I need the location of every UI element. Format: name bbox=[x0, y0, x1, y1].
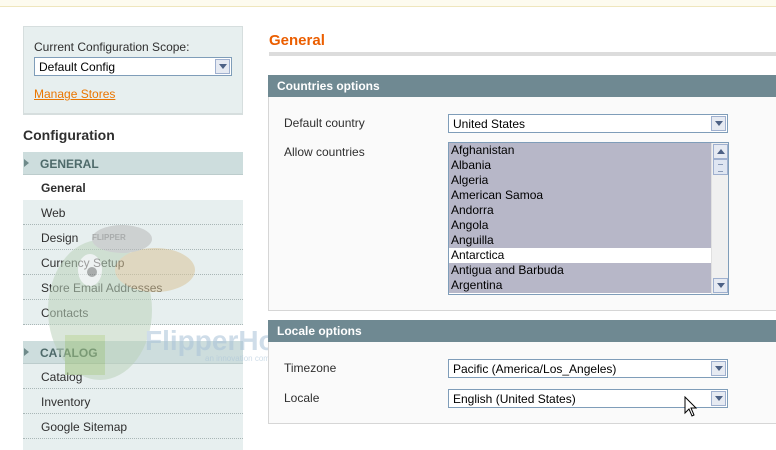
locale-options-header[interactable]: Locale options bbox=[268, 320, 776, 342]
countries-options-header[interactable]: Countries options bbox=[268, 75, 776, 97]
sidebar-item-label: Contacts bbox=[41, 306, 89, 320]
sidebar-item-label: Currency Setup bbox=[41, 256, 125, 270]
default-country-label: Default country bbox=[284, 116, 365, 130]
sidebar-item-currency-setup[interactable]: Currency Setup bbox=[23, 250, 243, 275]
scrollbar[interactable] bbox=[711, 143, 728, 294]
sidebar-group-general[interactable]: GENERAL bbox=[23, 152, 243, 175]
scope-select[interactable]: Default Config bbox=[34, 57, 232, 76]
chevron-down-icon[interactable] bbox=[711, 391, 726, 406]
sidebar-item-contacts[interactable]: Contacts bbox=[23, 300, 243, 325]
section-title: Countries options bbox=[277, 79, 380, 93]
scroll-up-icon[interactable] bbox=[713, 144, 728, 159]
scope-select-value: Default Config bbox=[39, 60, 116, 74]
country-options: Afghanistan Albania Algeria American Samoa A… bbox=[449, 143, 711, 293]
sidebar-item-catalog[interactable]: Catalog bbox=[23, 364, 243, 389]
country-option[interactable]: American Samoa bbox=[449, 188, 711, 203]
triangle-right-icon bbox=[24, 159, 29, 167]
mouse-cursor-icon bbox=[684, 396, 698, 417]
default-country-value: United States bbox=[453, 117, 526, 131]
chevron-down-icon[interactable] bbox=[711, 116, 726, 131]
configuration-header: Configuration bbox=[23, 114, 243, 152]
sidebar-group-label: CATALOG bbox=[40, 346, 98, 360]
country-option[interactable]: Antarctica bbox=[449, 248, 711, 263]
sidebar-item-design[interactable]: Design bbox=[23, 225, 243, 250]
sidebar-item-web[interactable]: Web bbox=[23, 200, 243, 225]
scroll-down-icon[interactable] bbox=[713, 278, 728, 293]
sidebar-group-catalog[interactable]: CATALOG bbox=[23, 341, 243, 364]
country-option[interactable]: Anguilla bbox=[449, 233, 711, 248]
allow-countries-multiselect[interactable]: Afghanistan Albania Algeria American Samoa A… bbox=[448, 142, 729, 295]
sidebar-item-label: General bbox=[41, 181, 86, 195]
sidebar-item-general[interactable]: General bbox=[23, 175, 243, 200]
scope-switcher: Current Configuration Scope: Default Con… bbox=[23, 26, 243, 114]
page-title: General bbox=[269, 32, 325, 49]
sidebar-item-label: Google Sitemap bbox=[41, 420, 128, 434]
chevron-down-icon[interactable] bbox=[711, 361, 726, 376]
sidebar-item-next[interactable] bbox=[23, 439, 243, 450]
sidebar-item-label: Web bbox=[41, 206, 66, 220]
sidebar-item-label: Inventory bbox=[41, 395, 91, 409]
scope-label: Current Configuration Scope: bbox=[34, 40, 190, 54]
country-option[interactable]: Angola bbox=[449, 218, 711, 233]
sidebar-group-label: GENERAL bbox=[40, 157, 99, 171]
sidebar-item-store-email-addresses[interactable]: Store Email Addresses bbox=[23, 275, 243, 300]
country-option[interactable]: Albania bbox=[449, 158, 711, 173]
locale-label: Locale bbox=[284, 391, 320, 405]
top-notification-strip bbox=[0, 0, 776, 7]
chevron-down-icon[interactable] bbox=[215, 59, 230, 74]
configuration-title: Configuration bbox=[23, 127, 115, 143]
section-title: Locale options bbox=[277, 324, 362, 338]
country-option[interactable]: Algeria bbox=[449, 173, 711, 188]
manage-stores-link[interactable]: Manage Stores bbox=[34, 87, 115, 101]
scrollbar-thumb[interactable] bbox=[713, 159, 728, 175]
sidebar-item-label: Catalog bbox=[41, 370, 83, 384]
country-option[interactable]: Antigua and Barbuda bbox=[449, 263, 711, 278]
locale-value: English (United States) bbox=[453, 392, 576, 406]
timezone-value: Pacific (America/Los_Angeles) bbox=[453, 362, 617, 376]
divider bbox=[269, 52, 776, 56]
sidebar-item-label: Store Email Addresses bbox=[41, 281, 163, 295]
locale-options-body bbox=[268, 342, 776, 424]
timezone-label: Timezone bbox=[284, 361, 337, 375]
sidebar-item-google-sitemap[interactable]: Google Sitemap bbox=[23, 414, 243, 439]
triangle-right-icon bbox=[24, 348, 29, 356]
country-option[interactable]: Afghanistan bbox=[449, 143, 711, 158]
sidebar-item-inventory[interactable]: Inventory bbox=[23, 389, 243, 414]
country-option[interactable]: Andorra bbox=[449, 203, 711, 218]
default-country-select[interactable]: United States bbox=[448, 114, 728, 133]
allow-countries-label: Allow countries bbox=[284, 145, 365, 159]
country-option[interactable]: Argentina bbox=[449, 278, 711, 293]
sidebar-item-label: Design bbox=[41, 231, 79, 245]
timezone-select[interactable]: Pacific (America/Los_Angeles) bbox=[448, 359, 728, 378]
